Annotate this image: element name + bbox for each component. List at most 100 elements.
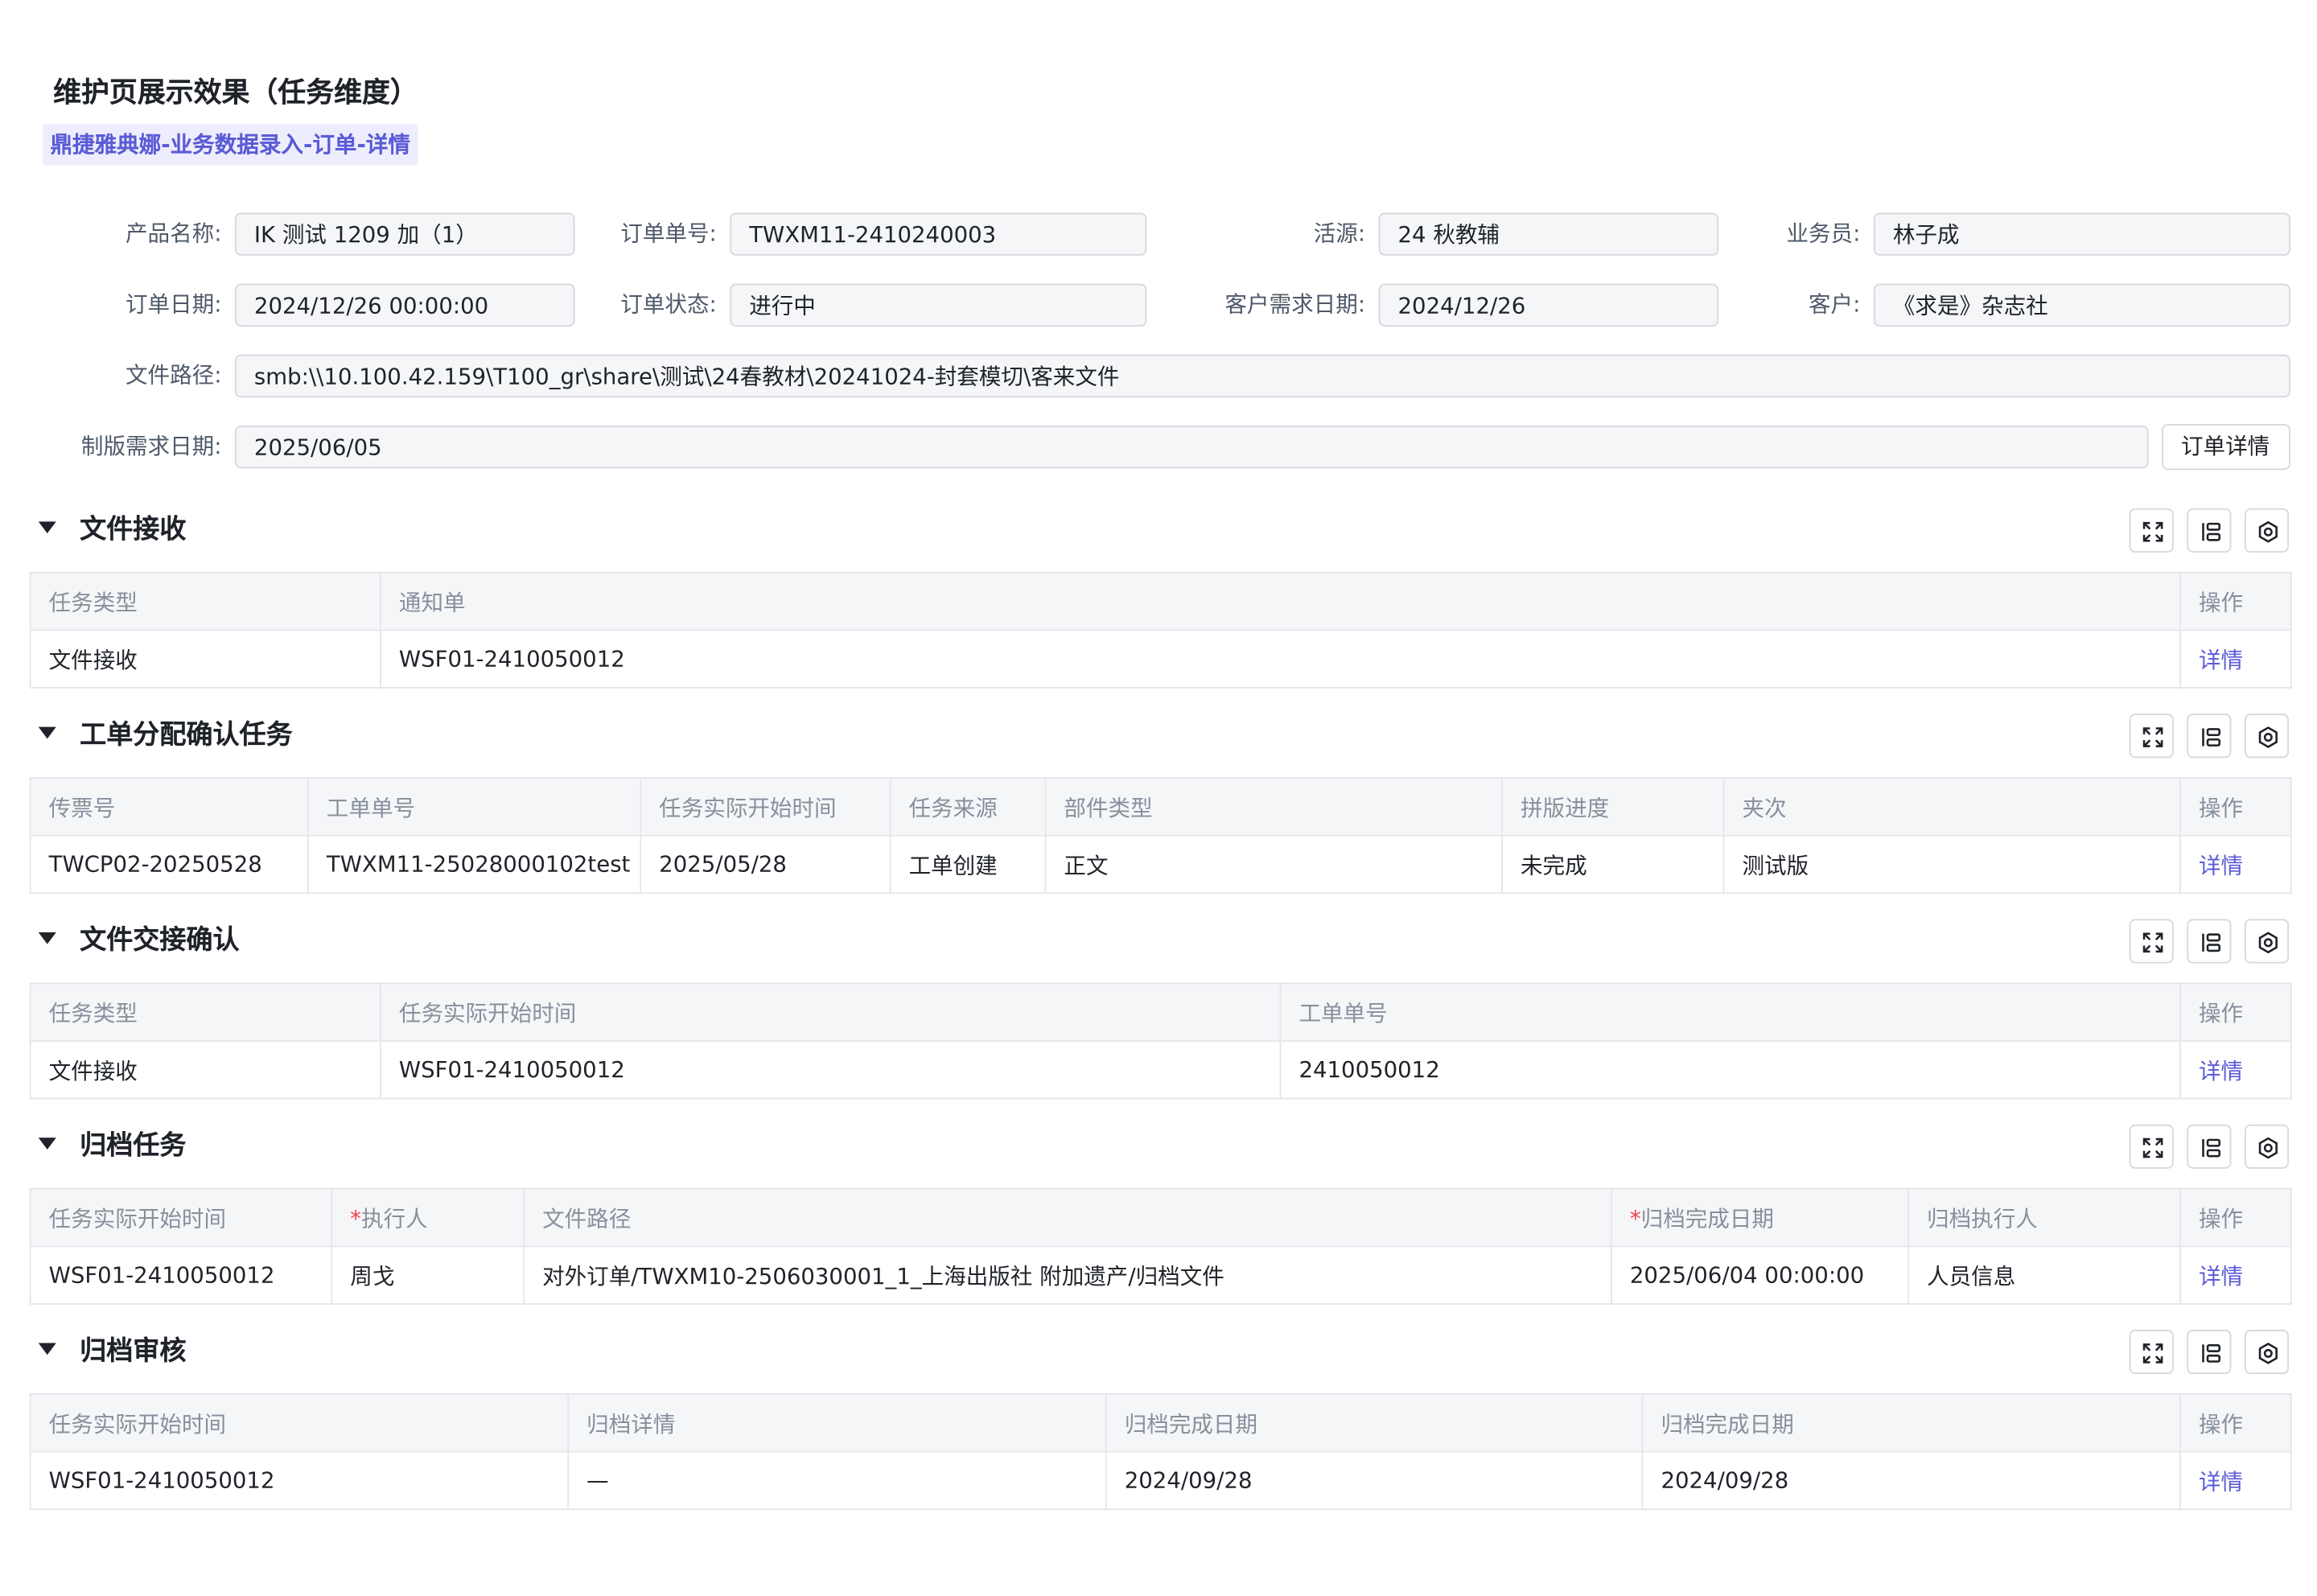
column-header-label: 操作 — [2199, 999, 2244, 1026]
column-header-label: 工单单号 — [326, 794, 416, 821]
column-header-label: 操作 — [2199, 1410, 2244, 1438]
expand-icon[interactable] — [2129, 1124, 2174, 1169]
table-cell: 对外订单/TWXM10-2506030001_1_上海出版社 附加遗产/归档文件 — [523, 1245, 1612, 1305]
data-table: 任务实际开始时间 归档详情 归档完成日期 归档完成日期 操作 WSF01-24100500… — [29, 1393, 2292, 1511]
detail-link[interactable]: 详情 — [2199, 852, 2243, 878]
gear-icon[interactable] — [2244, 1124, 2290, 1169]
column-header: 操作 — [2179, 777, 2292, 837]
column-header: 任务来源 — [889, 777, 1047, 837]
table-cell: 2025/05/28 — [640, 834, 891, 895]
order-date-field[interactable]: 2024/12/26 00:00:00 — [235, 283, 575, 327]
column-header-label: 夹次 — [1742, 794, 1787, 821]
source-field[interactable]: 24 秋教辅 — [1378, 212, 1719, 256]
action-cell: 详情 — [2179, 834, 2292, 895]
table-cell: 文件接收 — [29, 629, 381, 689]
salesman-field[interactable]: 林子成 — [1873, 212, 2290, 256]
table-cell: WSF01-2410050012 — [380, 629, 2181, 689]
caret-down-icon[interactable] — [38, 521, 56, 534]
column-header: 工单单号 — [307, 777, 642, 837]
table-cell: TWXM11-25028000102test — [307, 834, 642, 895]
expand-icon[interactable] — [2129, 1330, 2174, 1375]
plate-due-date-label: 制版需求日期: — [80, 433, 222, 460]
table-cell: — — [567, 1450, 1107, 1511]
required-marker: * — [350, 1204, 362, 1232]
column-header: 操作 — [2179, 1393, 2292, 1453]
column-header-label: 任务来源 — [908, 794, 998, 821]
columns-icon[interactable] — [2187, 714, 2232, 759]
plate-due-date-field[interactable]: 2025/06/05 — [235, 425, 2149, 469]
expand-icon[interactable] — [2129, 508, 2174, 553]
table-cell: 周戈 — [331, 1245, 525, 1305]
column-header-label: 归档完成日期 — [1661, 1410, 1794, 1438]
table-row: WSF01-2410050012 周戈 对外订单/TWXM10-2506030001… — [29, 1245, 2292, 1305]
column-header: 任务实际开始时间 — [640, 777, 891, 837]
column-header: 传票号 — [29, 777, 309, 837]
columns-icon[interactable] — [2187, 919, 2232, 964]
column-header: 归档详情 — [567, 1393, 1107, 1453]
column-header: *执行人 — [331, 1187, 525, 1248]
gear-icon[interactable] — [2244, 919, 2290, 964]
file-path-field[interactable]: smb:\\10.100.42.159\T100_gr\share\测试\24春… — [235, 354, 2290, 398]
table-cell: 2025/06/04 00:00:00 — [1611, 1245, 1910, 1305]
order-status-field[interactable]: 进行中 — [730, 283, 1147, 327]
file-path-label: 文件路径: — [126, 361, 222, 389]
table-cell: 正文 — [1044, 834, 1503, 895]
column-header: 任务实际开始时间 — [380, 982, 1282, 1042]
section-title: 工单分配确认任务 — [80, 719, 293, 751]
column-header: 归档完成日期 — [1105, 1393, 1644, 1453]
action-cell: 详情 — [2179, 1040, 2292, 1100]
column-header-label: 任务类型 — [48, 588, 138, 615]
gear-icon[interactable] — [2244, 714, 2290, 759]
caret-down-icon[interactable] — [38, 1343, 56, 1355]
section-title: 归档审核 — [80, 1335, 187, 1367]
caret-down-icon[interactable] — [38, 1137, 56, 1150]
expand-icon[interactable] — [2129, 714, 2174, 759]
product-name-field[interactable]: IK 测试 1209 加（1） — [235, 212, 575, 256]
table-row: 文件接收 WSF01-2410050012 详情 — [29, 629, 2292, 689]
column-header-label: 文件路径 — [542, 1204, 632, 1232]
column-header: 任务类型 — [29, 982, 381, 1042]
customer-due-date-label: 客户需求日期: — [1224, 290, 1366, 318]
column-header-label: 任务实际开始时间 — [48, 1204, 227, 1232]
detail-link[interactable]: 详情 — [2199, 647, 2243, 673]
gear-icon[interactable] — [2244, 1330, 2290, 1375]
section-header: 文件接收 — [30, 508, 2290, 553]
detail-link[interactable]: 详情 — [2199, 1057, 2243, 1084]
column-header-label: 执行人 — [361, 1204, 428, 1232]
order-detail-button[interactable]: 订单详情 — [2162, 424, 2290, 471]
detail-link[interactable]: 详情 — [2199, 1262, 2243, 1289]
caret-down-icon[interactable] — [38, 932, 56, 944]
action-cell: 详情 — [2179, 1245, 2292, 1305]
order-no-label: 订单单号: — [620, 220, 717, 247]
columns-icon[interactable] — [2187, 1330, 2232, 1375]
table-cell: 人员信息 — [1908, 1245, 2181, 1305]
columns-icon[interactable] — [2187, 508, 2232, 553]
gear-icon[interactable] — [2244, 508, 2290, 553]
column-header-label: 部件类型 — [1064, 794, 1153, 821]
columns-icon[interactable] — [2187, 1124, 2232, 1169]
data-table: 任务实际开始时间 *执行人 文件路径 *归档完成日期 归档执行人 操作 WSF01-2410… — [29, 1187, 2292, 1305]
source-label: 活源: — [1313, 220, 1366, 247]
table-header-row: 任务类型 通知单 操作 — [29, 571, 2292, 631]
order-date-label: 订单日期: — [126, 290, 222, 318]
caret-down-icon[interactable] — [38, 726, 56, 739]
order-no-field[interactable]: TWXM11-2410240003 — [730, 212, 1147, 256]
customer-due-date-field[interactable]: 2024/12/26 — [1378, 283, 1719, 327]
column-header-label: 拼版进度 — [1520, 794, 1610, 821]
salesman-label: 业务员: — [1786, 220, 1861, 247]
action-cell: 详情 — [2179, 629, 2292, 689]
detail-link[interactable]: 详情 — [2199, 1468, 2243, 1495]
column-header-label: 操作 — [2199, 588, 2244, 615]
breadcrumb: 鼎捷雅典娜-业务数据录入-订单-详情 — [43, 124, 418, 166]
order-status-label: 订单状态: — [620, 290, 717, 318]
table-cell: WSF01-2410050012 — [29, 1450, 570, 1511]
table-cell: 未完成 — [1501, 834, 1725, 895]
expand-icon[interactable] — [2129, 919, 2174, 964]
required-marker: * — [1629, 1204, 1641, 1232]
column-header-label: 传票号 — [48, 794, 116, 821]
table-row: 文件接收 WSF01-2410050012 2410050012 详情 — [29, 1040, 2292, 1100]
table-cell: 2024/09/28 — [1641, 1450, 2181, 1511]
product-name-label: 产品名称: — [126, 220, 222, 247]
table-header-row: 任务实际开始时间 *执行人 文件路径 *归档完成日期 归档执行人 操作 — [29, 1187, 2292, 1248]
customer-field[interactable]: 《求是》杂志社 — [1873, 283, 2290, 327]
